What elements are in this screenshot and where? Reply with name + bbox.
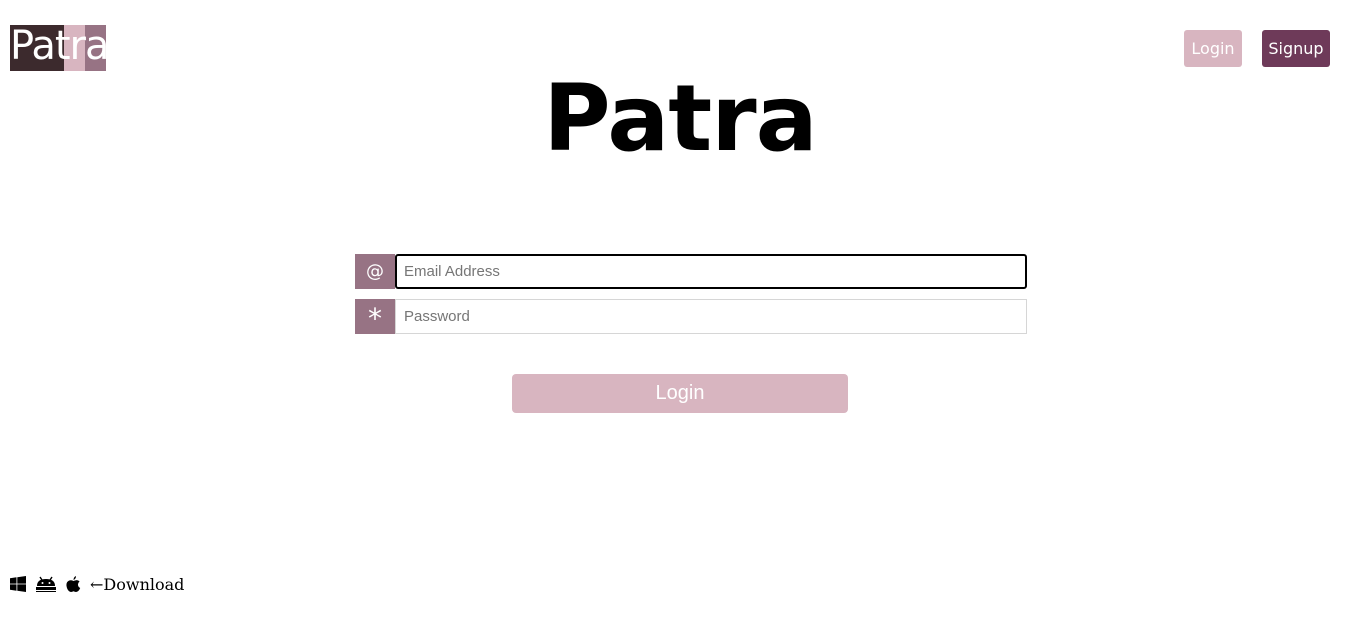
- nav-signup-button[interactable]: Signup: [1262, 30, 1330, 67]
- android-icon[interactable]: [35, 576, 57, 592]
- page-title: Patra: [543, 65, 817, 172]
- password-input-group: *: [355, 299, 1027, 335]
- at-icon: @: [355, 254, 395, 289]
- download-footer: ←Download: [10, 572, 184, 596]
- email-field[interactable]: [395, 254, 1027, 289]
- login-submit-button[interactable]: Login: [512, 374, 848, 413]
- apple-icon[interactable]: [66, 576, 81, 592]
- asterisk-icon: *: [355, 299, 395, 335]
- email-input-group: @: [355, 254, 1027, 289]
- password-field[interactable]: [395, 299, 1027, 334]
- windows-icon[interactable]: [10, 576, 26, 592]
- nav-login-button[interactable]: Login: [1184, 30, 1242, 67]
- download-link[interactable]: ←Download: [90, 575, 184, 594]
- login-page: Patra Login Signup Patra @ * Login: [0, 0, 1360, 627]
